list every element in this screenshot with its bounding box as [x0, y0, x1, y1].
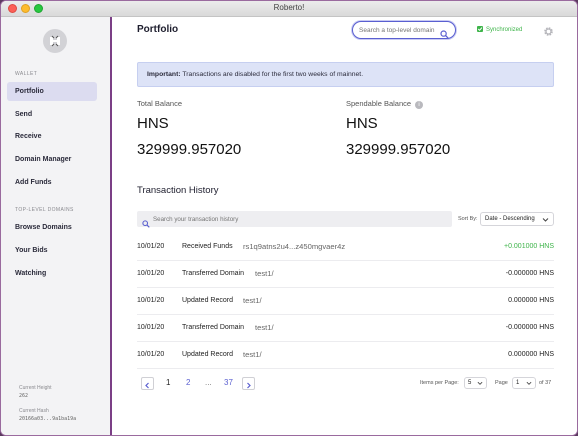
sort-by-label: Sort By:: [458, 216, 478, 222]
tx-date: 10/01/20: [137, 297, 165, 304]
gear-icon[interactable]: [543, 24, 554, 42]
page-select[interactable]: 1: [512, 377, 536, 389]
handshake-logo-icon: [43, 29, 67, 53]
title-bar: Roberto!: [1, 1, 577, 17]
spendable-balance-value: 329999.957020: [346, 141, 451, 158]
tx-detail: test1/: [255, 269, 274, 278]
tx-date: 10/01/20: [137, 270, 165, 277]
sidebar: WALLET Portfolio Send Receive Domain Man…: [1, 17, 112, 435]
transaction-search-input[interactable]: [153, 213, 443, 225]
chevron-down-icon: [526, 380, 532, 390]
tx-detail: test1/: [255, 323, 274, 332]
prev-page-button[interactable]: [141, 377, 154, 390]
tx-detail: test1/: [243, 350, 262, 359]
notice-bold: Important:: [147, 71, 181, 78]
check-icon: [477, 26, 483, 32]
current-hash-value: 20166a03...9a1ba19a: [19, 416, 77, 422]
sidebar-item-browse-domains[interactable]: Browse Domains: [7, 218, 97, 237]
transaction-history-heading: Transaction History: [137, 185, 219, 196]
table-row[interactable]: 10/01/20 Received Funds rs1q9atns2u4...z…: [137, 234, 554, 261]
total-balance-label: Total Balance: [137, 99, 183, 108]
transaction-search-box[interactable]: [137, 211, 452, 228]
total-balance-unit: HNS: [137, 115, 169, 132]
table-row[interactable]: 10/01/20 Updated Record test1/ 0.000000 …: [137, 288, 554, 315]
total-balance-value: 329999.957020: [137, 141, 242, 158]
sidebar-item-your-bids[interactable]: Your Bids: [7, 241, 97, 260]
table-row[interactable]: 10/01/20 Updated Record test1/ 0.000000 …: [137, 342, 554, 369]
notice-text: Transactions are disabled for the first …: [180, 71, 364, 78]
window-title: Roberto!: [273, 3, 305, 12]
header-bar: Portfolio Synchronized: [114, 17, 577, 45]
table-row[interactable]: 10/01/20 Transferred Domain test1/ -0.00…: [137, 315, 554, 342]
current-height-value: 262: [19, 393, 29, 399]
sync-status: Synchronized: [477, 26, 522, 33]
items-per-page-value: 5: [468, 380, 472, 386]
current-hash-label: Current Hash: [19, 408, 49, 414]
sidebar-item-receive[interactable]: Receive: [7, 127, 97, 146]
domain-search-input[interactable]: [359, 25, 435, 36]
tx-amount: 0.000000 HNS: [508, 297, 554, 304]
chevron-down-icon: [477, 380, 483, 390]
mainnet-notice: Important: Transactions are disabled for…: [137, 62, 554, 87]
page-link-2[interactable]: 2: [186, 378, 190, 387]
page-select-label: Page: [495, 380, 508, 386]
spendable-balance-header: Spendable Balance i: [346, 99, 424, 109]
sort-select-value: Date - Descending: [485, 216, 535, 222]
tx-detail: rs1q9atns2u4...z450mgvaer4z: [243, 242, 346, 251]
tx-amount: +0.001000 HNS: [503, 243, 554, 250]
total-pages-label: of 37: [539, 380, 552, 386]
tx-type: Updated Record: [182, 297, 233, 304]
tx-date: 10/01/20: [137, 351, 165, 358]
items-per-page-select[interactable]: 5: [464, 377, 487, 389]
info-icon[interactable]: i: [415, 101, 424, 109]
page-link-last[interactable]: 37: [224, 378, 233, 387]
sidebar-item-domain-manager[interactable]: Domain Manager: [7, 150, 97, 169]
page-title: Portfolio: [137, 24, 179, 35]
next-page-button[interactable]: [242, 377, 255, 390]
tx-type: Updated Record: [182, 351, 233, 358]
sort-select[interactable]: Date - Descending: [480, 212, 554, 226]
chevron-down-icon: [542, 216, 549, 228]
page-select-value: 1: [516, 380, 520, 386]
current-height-label: Current Height: [19, 385, 52, 391]
sidebar-item-add-funds[interactable]: Add Funds: [7, 173, 97, 192]
search-icon: [142, 215, 150, 233]
tx-detail: test1/: [243, 296, 262, 305]
sidebar-item-watching[interactable]: Watching: [7, 264, 97, 283]
spendable-balance-label: Spendable Balance: [346, 99, 412, 108]
sync-status-label: Synchronized: [486, 27, 523, 33]
page-ellipsis: ...: [205, 378, 212, 387]
tx-amount: -0.000000 HNS: [505, 324, 554, 331]
sidebar-item-portfolio[interactable]: Portfolio: [7, 82, 97, 101]
tx-date: 10/01/20: [137, 324, 165, 331]
page-current: 1: [166, 378, 171, 387]
tx-type: Received Funds: [182, 243, 233, 250]
items-per-page-label: Items per Page:: [420, 380, 459, 386]
domain-search-box[interactable]: [352, 21, 456, 39]
tx-amount: -0.000000 HNS: [505, 270, 554, 277]
wallet-section-label: WALLET: [15, 71, 38, 77]
spendable-balance-unit: HNS: [346, 115, 378, 132]
app-window: Roberto! WALLET Portfolio Send Receive D…: [0, 0, 578, 436]
domains-section-label: TOP-LEVEL DOMAINS: [15, 207, 74, 213]
tx-amount: 0.000000 HNS: [508, 351, 554, 358]
search-icon[interactable]: [440, 26, 449, 44]
tx-type: Transferred Domain: [182, 270, 244, 277]
main-content: Portfolio Synchronized Important: T: [114, 17, 577, 435]
tx-date: 10/01/20: [137, 243, 165, 250]
table-row[interactable]: 10/01/20 Transferred Domain test1/ -0.00…: [137, 261, 554, 288]
tx-type: Transferred Domain: [182, 324, 244, 331]
sidebar-item-send[interactable]: Send: [7, 105, 97, 124]
